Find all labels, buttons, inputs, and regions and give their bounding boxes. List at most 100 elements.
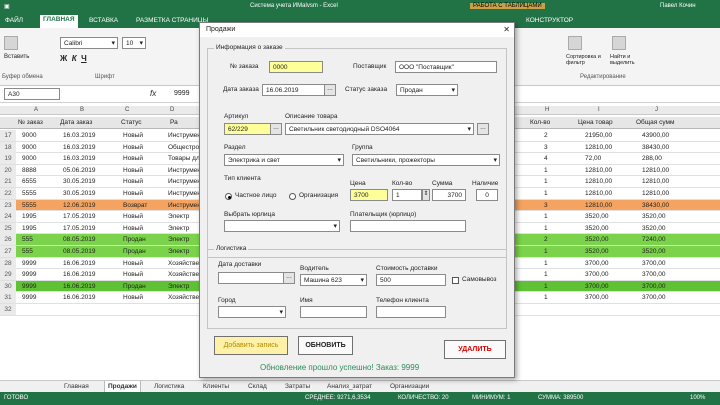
col-d[interactable]: D xyxy=(170,107,174,113)
cell-status[interactable]: Новый xyxy=(123,178,143,185)
cell-total[interactable]: 7240,00 xyxy=(642,236,666,243)
font-size-select[interactable]: 10 xyxy=(122,37,146,49)
cell-status[interactable]: Новый xyxy=(123,213,143,220)
header-price[interactable]: Цена товар xyxy=(578,119,613,126)
cell-price[interactable]: 21950,00 xyxy=(585,132,612,139)
sheet-tab-warehouse[interactable]: Склад xyxy=(248,383,267,390)
cell-price[interactable]: 72,00 xyxy=(585,155,601,162)
sheet-tab-costs[interactable]: Затраты xyxy=(285,383,310,390)
font-name-select[interactable]: Calibri xyxy=(60,37,118,49)
col-i[interactable]: I xyxy=(598,107,600,113)
col-h[interactable]: H xyxy=(545,107,549,113)
add-record-button[interactable]: Добавить запись xyxy=(214,336,288,355)
cell-qty[interactable]: 1 xyxy=(544,225,548,232)
cell-status[interactable]: Новый xyxy=(123,155,143,162)
cell-order-date[interactable]: 17.05.2019 xyxy=(63,213,96,220)
cell-qty[interactable]: 3 xyxy=(544,144,548,151)
cell-price[interactable]: 12810,00 xyxy=(585,190,612,197)
cell-section[interactable]: Хозяйствен xyxy=(168,260,203,267)
radio-org[interactable] xyxy=(289,193,296,200)
cell-total[interactable]: 43900,00 xyxy=(642,132,669,139)
cell-qty[interactable]: 1 xyxy=(544,190,548,197)
cell-qty[interactable]: 1 xyxy=(544,178,548,185)
sheet-tab-organizations[interactable]: Организации xyxy=(390,383,429,390)
row-number[interactable]: 27 xyxy=(0,245,16,257)
sort-icon[interactable] xyxy=(568,36,582,52)
cell-price[interactable]: 12810,00 xyxy=(585,178,612,185)
cell-order-no[interactable]: 9999 xyxy=(22,283,36,290)
cell-order-no[interactable]: 9000 xyxy=(22,144,36,151)
row-number[interactable]: 32 xyxy=(0,303,16,315)
cell-price[interactable]: 3520,00 xyxy=(585,225,609,232)
cell-total[interactable]: 38430,00 xyxy=(642,202,669,209)
cell-order-no[interactable]: 555 xyxy=(22,236,33,243)
delivery-cost-input[interactable]: 500 xyxy=(376,274,446,286)
bold-icon[interactable]: Ж К Ч xyxy=(60,54,87,63)
cell-order-date[interactable]: 30.05.2019 xyxy=(63,190,96,197)
header-total[interactable]: Общая сумм xyxy=(636,119,674,126)
cell-price[interactable]: 3700,00 xyxy=(585,271,609,278)
cell-price[interactable]: 3520,00 xyxy=(585,213,609,220)
row-number[interactable]: 21 xyxy=(0,176,16,188)
header-qty[interactable]: Кол-во xyxy=(530,119,550,126)
row-number[interactable]: 23 xyxy=(0,199,16,211)
update-button[interactable]: ОБНОВИТЬ xyxy=(298,336,353,355)
cell-order-no[interactable]: 5555 xyxy=(22,190,36,197)
cell-price[interactable]: 12810,00 xyxy=(585,202,612,209)
qty-spinner[interactable]: ⇕ xyxy=(422,189,430,201)
row-number[interactable]: 22 xyxy=(0,187,16,199)
delete-button[interactable]: УДАЛИТЬ xyxy=(444,340,506,359)
cell-total[interactable]: 3520,00 xyxy=(642,213,666,220)
cell-qty[interactable]: 1 xyxy=(544,260,548,267)
cell-status[interactable]: Новый xyxy=(123,225,143,232)
tab-home[interactable]: ГЛАВНАЯ xyxy=(40,15,78,28)
cell-section[interactable]: Электр xyxy=(168,213,189,220)
sheet-tab-clients[interactable]: Клиенты xyxy=(203,383,229,390)
cell-qty[interactable]: 2 xyxy=(544,236,548,243)
row-number[interactable]: 30 xyxy=(0,280,16,292)
cell-price[interactable]: 3520,00 xyxy=(585,236,609,243)
cell-qty[interactable]: 1 xyxy=(544,283,548,290)
find-label[interactable]: Найти и выделить xyxy=(610,54,644,66)
cell-total[interactable]: 12810,00 xyxy=(642,178,669,185)
phone-input[interactable] xyxy=(376,306,446,318)
cell-total[interactable]: 3700,00 xyxy=(642,260,666,267)
cell-total[interactable]: 3520,00 xyxy=(642,248,666,255)
cell-qty[interactable]: 2 xyxy=(544,132,548,139)
radio-private[interactable] xyxy=(225,193,232,200)
col-a[interactable]: A xyxy=(34,107,38,113)
header-order-date[interactable]: Дата заказ xyxy=(60,119,92,126)
cell-order-date[interactable]: 16.06.2019 xyxy=(63,271,96,278)
row-number[interactable]: 25 xyxy=(0,222,16,234)
row-number[interactable]: 18 xyxy=(0,141,16,153)
name-input[interactable] xyxy=(300,306,367,318)
cell-order-no[interactable]: 1995 xyxy=(22,225,36,232)
cell-order-date[interactable]: 16.03.2019 xyxy=(63,132,96,139)
zoom-level[interactable]: 100% xyxy=(690,395,705,401)
cell-order-no[interactable]: 6555 xyxy=(22,178,36,185)
close-icon[interactable]: ✕ xyxy=(503,25,510,34)
cell-order-date[interactable]: 05.06.2019 xyxy=(63,167,96,174)
cell-order-date[interactable]: 16.03.2019 xyxy=(63,144,96,151)
cell-price[interactable]: 3700,00 xyxy=(585,294,609,301)
name-box[interactable]: A30 xyxy=(4,88,60,100)
tab-file[interactable]: ФАЙЛ xyxy=(2,16,26,25)
header-section[interactable]: Ра xyxy=(170,119,178,126)
cell-total[interactable]: 3700,00 xyxy=(642,283,666,290)
row-number[interactable]: 20 xyxy=(0,164,16,176)
sum-input[interactable]: 3700 xyxy=(432,189,466,201)
header-order-no[interactable]: № заказ xyxy=(18,119,43,126)
cell-total[interactable]: 288,00 xyxy=(642,155,662,162)
cell-qty[interactable]: 1 xyxy=(544,167,548,174)
pickup-label[interactable]: Самовывоз xyxy=(462,276,497,283)
tab-constructor[interactable]: КОНСТРУКТОР xyxy=(523,16,576,25)
cell-total[interactable]: 12810,00 xyxy=(642,190,669,197)
cell-status[interactable]: Новый xyxy=(123,294,143,301)
formula-input[interactable]: 9999 xyxy=(174,90,190,97)
cell-status[interactable]: Возврат xyxy=(123,202,147,209)
payer-input[interactable] xyxy=(350,220,466,232)
cell-status[interactable]: Продан xyxy=(123,236,146,243)
desc-lookup-button[interactable]: … xyxy=(477,123,489,135)
cell-order-date[interactable]: 16.06.2019 xyxy=(63,283,96,290)
price-input[interactable]: 3700 xyxy=(350,189,388,201)
